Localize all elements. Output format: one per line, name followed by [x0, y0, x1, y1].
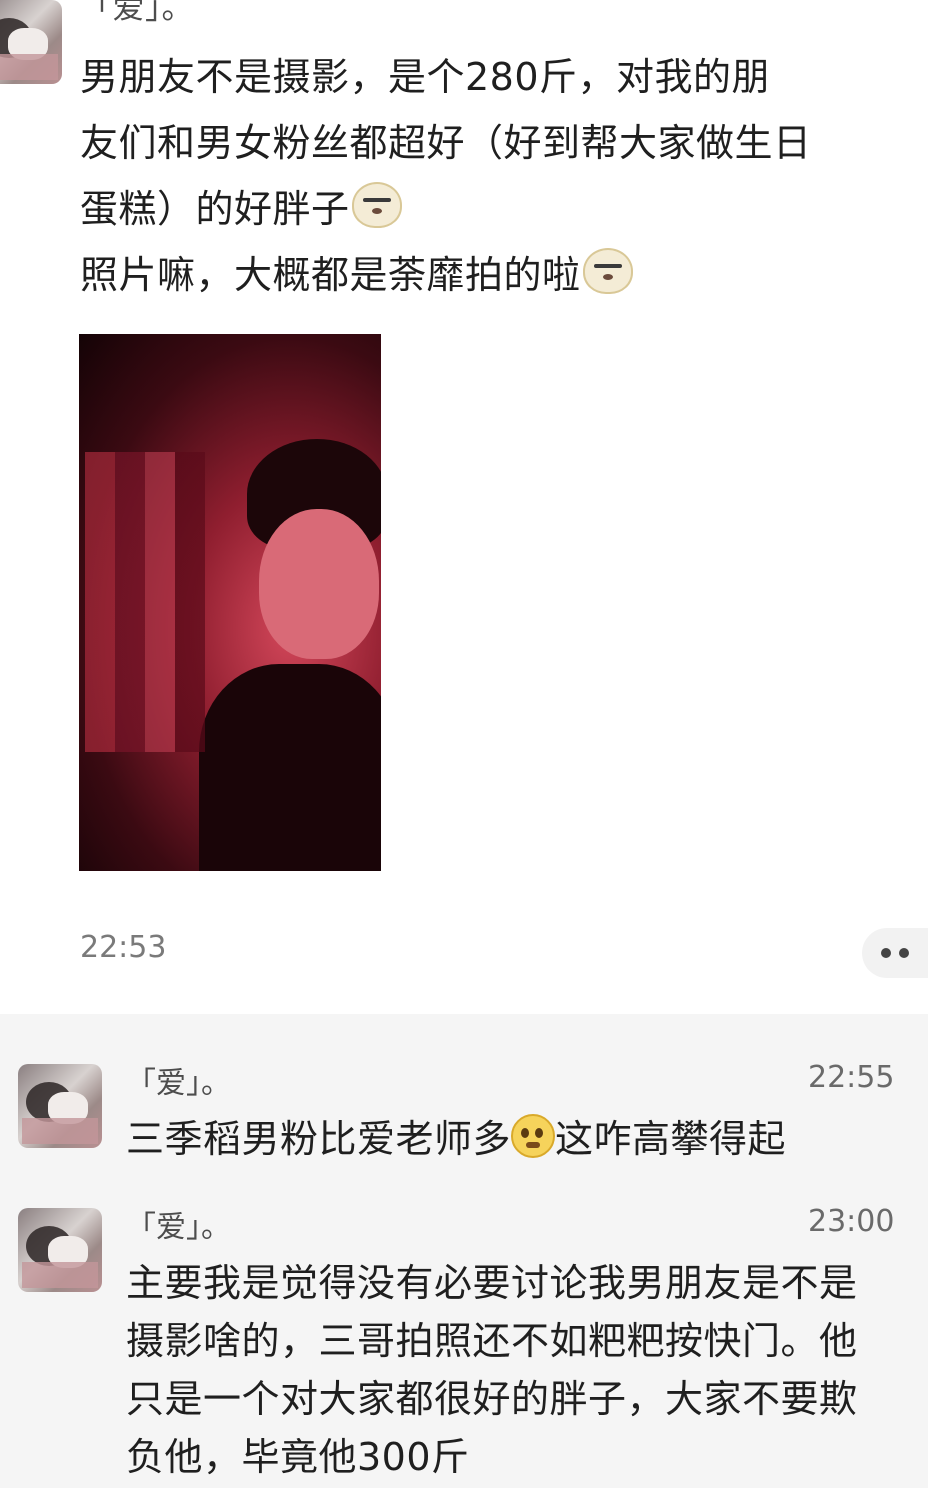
- mosaic-blur: [85, 452, 205, 752]
- message-line: 蛋糕）的好胖子: [80, 178, 402, 240]
- photo-attachment[interactable]: [79, 334, 381, 871]
- dot-icon: [899, 948, 909, 958]
- avatar[interactable]: [18, 1208, 102, 1292]
- crying-face-icon: [511, 1114, 556, 1158]
- message-line: 男朋友不是摄影，是个280斤，对我的朋: [80, 55, 771, 99]
- message-body: 三季稻男粉比爱老师多 这咋高攀得起: [126, 1110, 786, 1168]
- message-text: 这咋高攀得起: [555, 1117, 787, 1161]
- message-line: 只是一个对大家都很好的胖子，大家不要欺: [126, 1377, 858, 1421]
- message-timestamp: 22:55: [808, 1060, 895, 1095]
- message-text: 蛋糕）的好胖子: [80, 187, 350, 231]
- message-line: 主要我是觉得没有必要讨论我男朋友是不是: [126, 1261, 858, 1305]
- message-line: 照片嘛，大概都是荼靡拍的啦: [80, 244, 633, 306]
- message-line: 摄影啥的，三哥拍照还不如粑粑按快门。他: [126, 1319, 858, 1363]
- doge-face-icon: [351, 182, 402, 228]
- message-timestamp: 22:53: [80, 930, 167, 965]
- message-line: 友们和男女粉丝都超好（好到帮大家做生日: [80, 121, 812, 165]
- doge-face-icon: [582, 248, 633, 294]
- message-text: 照片嘛，大概都是荼靡拍的啦: [80, 253, 581, 297]
- sender-name[interactable]: 「爱」。: [126, 1202, 231, 1246]
- message-timestamp: 23:00: [808, 1204, 895, 1239]
- avatar[interactable]: [18, 1064, 102, 1148]
- message-line: 负他，毕竟他300斤: [126, 1435, 470, 1479]
- more-options-button[interactable]: [862, 928, 928, 978]
- avatar[interactable]: [0, 0, 62, 84]
- sender-name: 「爱」。: [80, 0, 195, 26]
- sender-name[interactable]: 「爱」。: [126, 1058, 231, 1102]
- message-text: 三季稻男粉比爱老师多: [126, 1117, 512, 1161]
- dot-icon: [881, 948, 891, 958]
